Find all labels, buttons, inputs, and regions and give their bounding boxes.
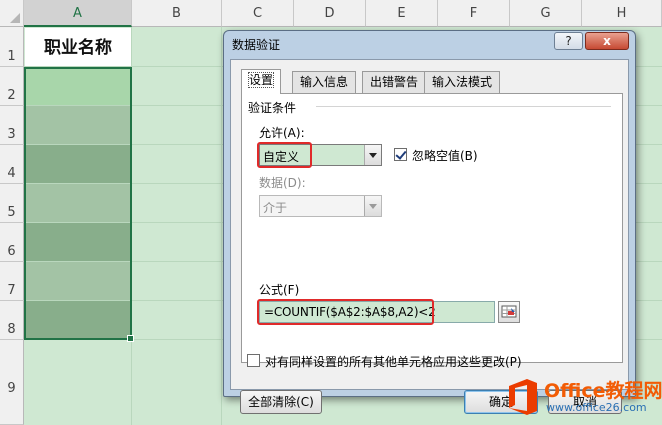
ignore-blank-checkbox[interactable] bbox=[394, 148, 407, 161]
watermark-url: www.office26.com bbox=[546, 401, 647, 414]
row-header-2[interactable]: 2 bbox=[0, 67, 24, 106]
close-button[interactable]: x bbox=[585, 32, 629, 50]
row-header-8[interactable]: 8 bbox=[0, 301, 24, 340]
ignore-blank-label: 忽略空值(B) bbox=[412, 149, 478, 163]
row-header-4[interactable]: 4 bbox=[0, 145, 24, 184]
column-header-b[interactable]: B bbox=[132, 0, 222, 27]
data-value: 介于 bbox=[263, 201, 288, 215]
range-select-button[interactable] bbox=[498, 301, 520, 323]
settings-panel: 验证条件 允许(A): 自定义 忽略空值(B) 数据(D): 介于 公式(F) … bbox=[241, 93, 623, 363]
row-header-6[interactable]: 6 bbox=[0, 223, 24, 262]
validation-criteria-label: 验证条件 bbox=[248, 101, 297, 115]
close-icon: x bbox=[603, 34, 611, 48]
data-dropdown: 介于 bbox=[259, 195, 382, 217]
cell-a8[interactable] bbox=[25, 301, 131, 339]
row-header-3[interactable]: 3 bbox=[0, 106, 24, 145]
cell-a7[interactable] bbox=[25, 262, 131, 300]
range-select-icon bbox=[501, 305, 517, 318]
office-logo-icon bbox=[509, 379, 537, 415]
row-header-5[interactable]: 5 bbox=[0, 184, 24, 223]
cell-a1[interactable]: 职业名称 bbox=[25, 28, 131, 66]
tab-input-message[interactable]: 输入信息 bbox=[292, 71, 357, 93]
watermark-brand: Office教程网 bbox=[544, 380, 662, 402]
formula-input[interactable]: =COUNTIF($A$2:$A$8,A2)<2 bbox=[259, 301, 495, 323]
tab-settings[interactable]: 设置 bbox=[241, 69, 282, 94]
cell-a3[interactable] bbox=[25, 106, 131, 144]
column-header-d[interactable]: D bbox=[294, 0, 366, 27]
row-header-1[interactable]: 1 bbox=[0, 27, 24, 67]
column-header-a[interactable]: A bbox=[24, 0, 132, 27]
row-header-7[interactable]: 7 bbox=[0, 262, 24, 301]
data-validation-dialog: 数据验证 ? x 设置 输入信息 出错警告 输入法模式 验证条件 允许(A): … bbox=[223, 30, 636, 414]
column-header-g[interactable]: G bbox=[510, 0, 582, 27]
dialog-title: 数据验证 bbox=[232, 38, 281, 52]
help-icon: ? bbox=[565, 34, 572, 48]
apply-all-label: 对有同样设置的所有其他单元格应用这些更改(P) bbox=[265, 355, 522, 369]
dialog-body: 设置 输入信息 出错警告 输入法模式 验证条件 允许(A): 自定义 忽略空值(… bbox=[230, 59, 629, 414]
column-header-c[interactable]: C bbox=[222, 0, 294, 27]
formula-label: 公式(F) bbox=[259, 283, 300, 297]
formula-value: =COUNTIF($A$2:$A$8,A2)<2 bbox=[264, 305, 436, 319]
allow-label: 允许(A): bbox=[259, 126, 305, 140]
help-button[interactable]: ? bbox=[554, 32, 583, 50]
tab-ime-mode[interactable]: 输入法模式 bbox=[424, 71, 501, 93]
row-header-9[interactable]: 9 bbox=[0, 340, 24, 425]
clear-all-button[interactable]: 全部清除(C) bbox=[240, 390, 322, 414]
cell-a4[interactable] bbox=[25, 145, 131, 183]
allow-value: 自定义 bbox=[263, 150, 300, 164]
column-header-f[interactable]: F bbox=[438, 0, 510, 27]
cell-a6[interactable] bbox=[25, 223, 131, 261]
cell-a5[interactable] bbox=[25, 184, 131, 222]
chevron-down-icon bbox=[364, 196, 381, 216]
allow-dropdown[interactable]: 自定义 bbox=[259, 144, 382, 166]
column-header-h[interactable]: H bbox=[582, 0, 662, 27]
chevron-down-icon[interactable] bbox=[364, 145, 381, 165]
cell-a2[interactable] bbox=[25, 67, 131, 105]
office-watermark: Office教程网 www.office26.com bbox=[500, 373, 662, 425]
data-label: 数据(D): bbox=[259, 176, 306, 190]
apply-all-checkbox[interactable] bbox=[247, 354, 260, 367]
select-all-corner[interactable] bbox=[0, 0, 24, 27]
tab-error-alert[interactable]: 出错警告 bbox=[362, 71, 427, 93]
column-header-e[interactable]: E bbox=[366, 0, 438, 27]
